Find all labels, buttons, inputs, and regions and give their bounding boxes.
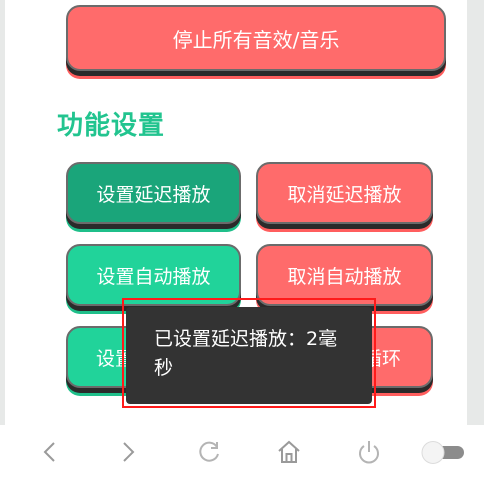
cancel-auto-play-button[interactable]: 取消自动播放 [256,244,433,306]
set-auto-play-button[interactable]: 设置自动播放 [66,244,241,306]
power-icon[interactable] [354,437,384,467]
refresh-icon[interactable] [194,437,224,467]
stop-all-sounds-button[interactable]: 停止所有音效/音乐 [66,5,446,71]
home-icon[interactable] [274,437,304,467]
bottom-nav-bar [0,425,484,477]
chevron-right-icon[interactable] [113,437,143,467]
cancel-delay-play-button[interactable]: 取消延迟播放 [256,162,433,224]
chevron-left-icon[interactable] [35,437,65,467]
set-delay-play-button[interactable]: 设置延迟播放 [66,162,241,224]
section-title: 功能设置 [57,111,166,141]
toggle-icon[interactable] [420,437,468,467]
right-rail [467,0,484,425]
toast-notification: 已设置延迟播放：2毫秒 [126,307,372,404]
